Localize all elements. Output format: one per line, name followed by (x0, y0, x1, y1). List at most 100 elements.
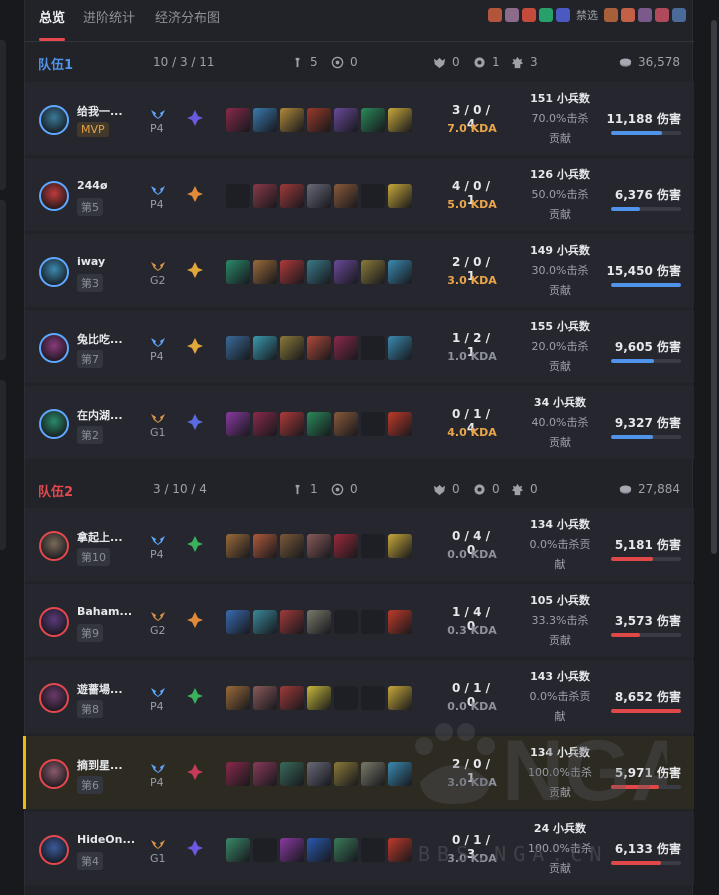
tab-economy-chart[interactable]: 经济分布图 (155, 7, 220, 26)
item-icon[interactable] (388, 838, 412, 862)
keystone-rune-icon (185, 686, 205, 706)
item-icon[interactable] (253, 686, 277, 710)
champion-avatar[interactable] (39, 759, 69, 789)
item-icon[interactable] (334, 108, 358, 132)
item-icon[interactable] (280, 108, 304, 132)
player-name[interactable]: Baham... (77, 605, 137, 618)
tab-advanced-stats[interactable]: 进阶统计 (83, 7, 135, 26)
item-icon[interactable] (388, 260, 412, 284)
keystone-rune-icon (185, 762, 205, 782)
item-icon[interactable] (280, 686, 304, 710)
objective-value: 0 (452, 482, 460, 496)
item-icon[interactable] (253, 762, 277, 786)
item-icon[interactable] (307, 610, 331, 634)
objective-count-towers: 1 (291, 482, 318, 496)
tab-overview[interactable]: 总览 (39, 7, 65, 26)
player-row[interactable]: 拿起上... 第10 P4 0 / 4 / 0 0.0 KDA 134 小兵数 0.0%击杀… (25, 508, 694, 581)
item-icon[interactable] (226, 838, 250, 862)
item-icon[interactable] (307, 184, 331, 208)
item-icon[interactable] (307, 762, 331, 786)
item-icon[interactable] (280, 260, 304, 284)
player-name[interactable]: 给我一... (77, 103, 137, 119)
champion-avatar[interactable] (39, 683, 69, 713)
item-icon[interactable] (334, 412, 358, 436)
item-build (226, 534, 412, 558)
player-name[interactable]: 兔比吃... (77, 331, 137, 347)
item-icon[interactable] (334, 184, 358, 208)
player-name[interactable]: iway (77, 255, 137, 268)
champion-avatar[interactable] (39, 409, 69, 439)
player-row[interactable]: Baham... 第9 G2 1 / 4 / 0 0.3 KDA 105 小兵数 33.3%… (25, 584, 694, 657)
item-icon[interactable] (334, 336, 358, 360)
item-icon[interactable] (226, 686, 250, 710)
item-icon[interactable] (307, 108, 331, 132)
item-icon[interactable] (307, 534, 331, 558)
item-icon[interactable] (388, 686, 412, 710)
champion-avatar[interactable] (39, 531, 69, 561)
item-icon[interactable] (388, 336, 412, 360)
item-icon[interactable] (280, 838, 304, 862)
item-icon[interactable] (307, 838, 331, 862)
item-icon[interactable] (280, 610, 304, 634)
item-icon[interactable] (388, 412, 412, 436)
item-icon[interactable] (253, 108, 277, 132)
item-build (226, 686, 412, 710)
item-icon[interactable] (334, 838, 358, 862)
item-icon[interactable] (226, 610, 250, 634)
item-icon[interactable] (253, 412, 277, 436)
player-name[interactable]: 摘到星... (77, 757, 137, 773)
item-icon[interactable] (253, 336, 277, 360)
player-name[interactable]: 遊薔場... (77, 681, 137, 697)
player-row[interactable]: 在内湖... 第2 G1 0 / 1 / 4 4.0 KDA 34 小兵数 40.0%击杀贡… (25, 386, 694, 459)
item-icon[interactable] (361, 108, 385, 132)
creep-score: 34 小兵数 (533, 396, 587, 409)
item-icon[interactable] (361, 762, 385, 786)
item-icon[interactable] (280, 412, 304, 436)
champion-avatar[interactable] (39, 607, 69, 637)
player-row[interactable]: 兔比吃... 第7 P4 1 / 2 / 1 1.0 KDA 155 小兵数 20.0%击杀… (25, 310, 694, 383)
objective-value: 1 (492, 55, 500, 69)
item-icon[interactable] (226, 336, 250, 360)
item-icon[interactable] (226, 108, 250, 132)
damage-bar (611, 435, 681, 439)
champion-avatar[interactable] (39, 333, 69, 363)
champion-avatar[interactable] (39, 835, 69, 865)
player-name[interactable]: 在内湖... (77, 407, 137, 423)
item-icon[interactable] (226, 762, 250, 786)
scrollbar-thumb[interactable] (711, 20, 717, 554)
item-icon[interactable] (388, 108, 412, 132)
champion-avatar[interactable] (39, 257, 69, 287)
player-name[interactable]: HideOn... (77, 833, 137, 846)
champion-avatar[interactable] (39, 181, 69, 211)
item-icon[interactable] (334, 762, 358, 786)
item-icon[interactable] (280, 336, 304, 360)
item-icon[interactable] (280, 762, 304, 786)
item-icon[interactable] (307, 412, 331, 436)
item-icon[interactable] (253, 610, 277, 634)
player-row[interactable]: 244ø 第5 P4 4 / 0 / 1 5.0 KDA 126 小兵数 50.0%击杀 贡献… (25, 158, 694, 231)
champion-avatar[interactable] (39, 105, 69, 135)
player-row[interactable]: iway 第3 G2 2 / 0 / 1 3.0 KDA 149 小兵数 30.0%击杀 贡献… (25, 234, 694, 307)
item-icon[interactable] (253, 260, 277, 284)
player-row[interactable]: 给我一... MVP P4 3 / 0 / 4 7.0 KDA 151 小兵数 70.0%击… (25, 82, 694, 155)
objective-value: 1 (310, 482, 318, 496)
item-icon[interactable] (280, 534, 304, 558)
item-icon[interactable] (307, 336, 331, 360)
item-icon[interactable] (388, 184, 412, 208)
item-icon[interactable] (388, 610, 412, 634)
item-build (226, 610, 412, 634)
item-icon[interactable] (307, 686, 331, 710)
item-icon[interactable] (280, 184, 304, 208)
item-icon[interactable] (334, 534, 358, 558)
item-icon[interactable] (334, 260, 358, 284)
item-icon[interactable] (226, 534, 250, 558)
player-name[interactable]: 244ø (77, 179, 137, 192)
item-icon[interactable] (253, 184, 277, 208)
item-icon[interactable] (361, 260, 385, 284)
item-icon[interactable] (307, 260, 331, 284)
item-icon[interactable] (388, 534, 412, 558)
item-icon[interactable] (253, 534, 277, 558)
player-name[interactable]: 拿起上... (77, 529, 137, 545)
item-icon[interactable] (226, 412, 250, 436)
item-icon[interactable] (226, 260, 250, 284)
